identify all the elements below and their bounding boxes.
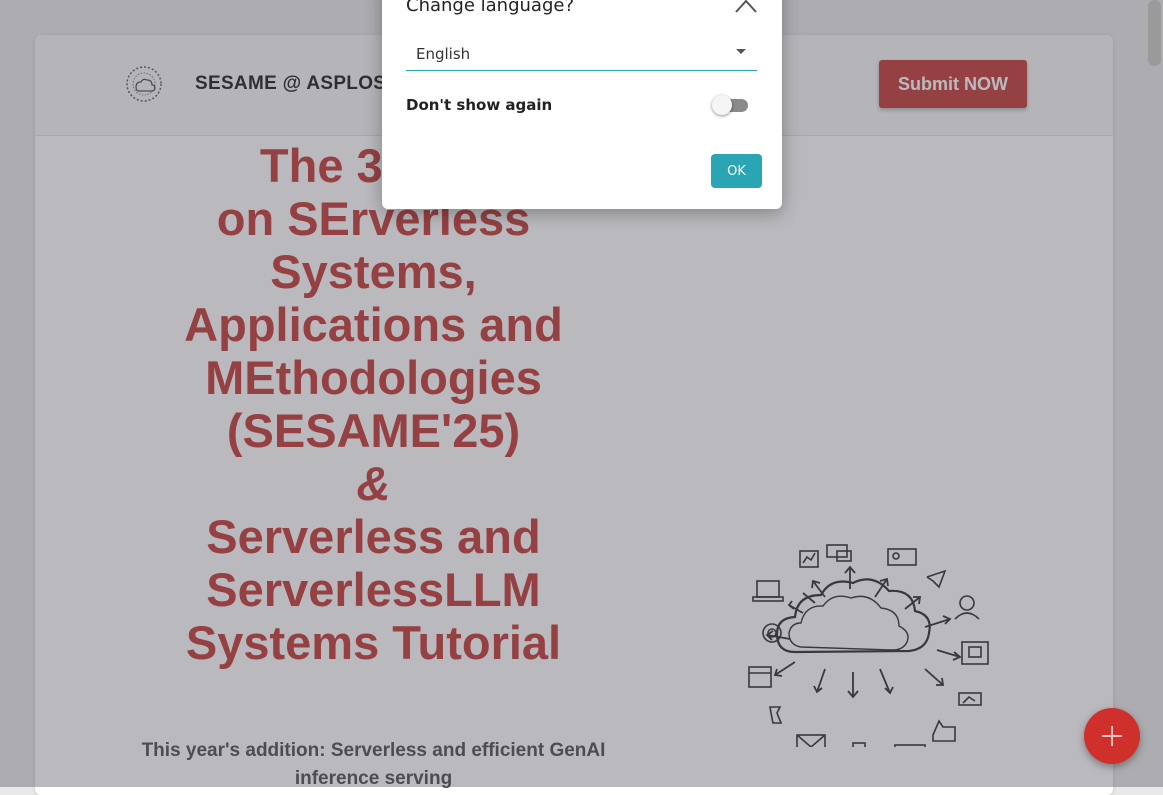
chevron-down-icon [736,49,746,54]
scrollbar[interactable] [1146,0,1163,787]
dont-show-again-label: Don't show again [406,96,553,114]
dont-show-again-toggle[interactable] [712,94,750,116]
add-fab-button[interactable] [1084,708,1140,764]
toggle-knob [712,95,732,115]
ok-button[interactable]: OK [711,154,762,188]
dialog-title: Change language? [406,0,574,16]
plus-icon [1102,726,1122,746]
language-select-value: English [416,45,471,63]
close-icon[interactable] [734,0,758,14]
language-select[interactable]: English [406,36,757,71]
change-language-dialog: Change language? English Don't show agai… [382,0,782,209]
scrollbar-thumb[interactable] [1148,0,1161,66]
